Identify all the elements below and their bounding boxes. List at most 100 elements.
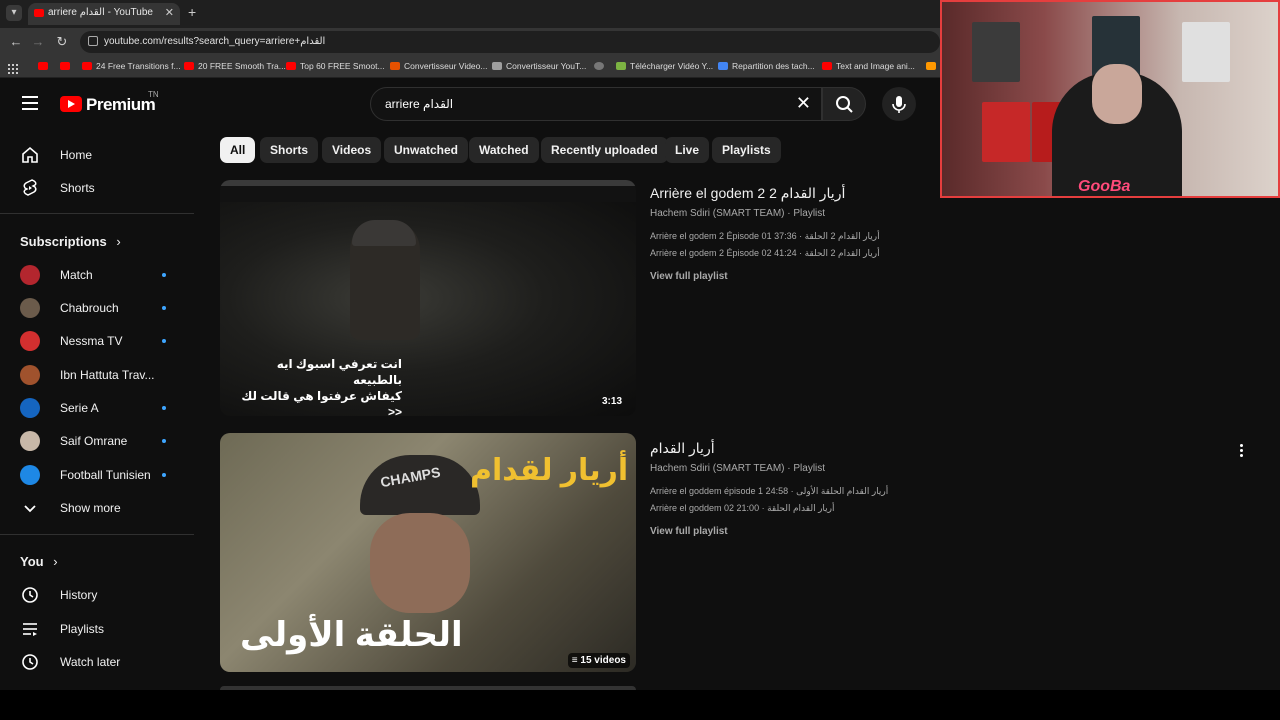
bookmark-youtube-icon bbox=[184, 62, 194, 70]
search-button[interactable] bbox=[822, 87, 866, 121]
result-title[interactable]: أريار القدام bbox=[650, 440, 715, 457]
show-more-button[interactable]: Show more bbox=[0, 491, 194, 524]
subscriptions-heading[interactable]: Subscriptions › bbox=[20, 234, 121, 249]
chip-live[interactable]: Live bbox=[665, 137, 710, 163]
sidebar-item-watch-later[interactable]: Watch later bbox=[0, 645, 194, 678]
apps-grid-icon[interactable] bbox=[8, 61, 18, 74]
tab-close-icon[interactable]: ✕ bbox=[165, 6, 174, 19]
sidebar-item-label: Serie A bbox=[60, 401, 99, 415]
playlist-thumbnail[interactable]: انت تعرفي اسبوك ايه بالطبيعه كيفاش عرفتو… bbox=[220, 180, 636, 416]
chip-videos[interactable]: Videos bbox=[322, 137, 382, 163]
sidebar-item-ibn-hattuta[interactable]: Ibn Hattuta Trav... bbox=[0, 358, 194, 391]
forward-arrow-icon[interactable]: → bbox=[30, 34, 46, 49]
subtitle-line: انت تعرفي اسبوك ايه بالطبيعه bbox=[276, 357, 402, 387]
browser-tab[interactable]: arriere القدام - YouTube ✕ bbox=[28, 3, 180, 25]
chip-shorts[interactable]: Shorts bbox=[260, 137, 319, 163]
voice-search-button[interactable] bbox=[882, 87, 916, 121]
new-content-dot bbox=[162, 306, 166, 310]
search-icon bbox=[836, 96, 853, 113]
bookmark-item[interactable]: 20 FREE Smooth Tra... bbox=[198, 61, 286, 71]
new-content-dot bbox=[162, 339, 166, 343]
bookmark-item[interactable]: Télécharger Vidéo Y... bbox=[630, 61, 713, 71]
more-options-icon[interactable] bbox=[1240, 444, 1244, 458]
bookmark-item[interactable]: Top 60 FREE Smoot... bbox=[300, 61, 385, 71]
video-subtitle: انت تعرفي اسبوك ايه بالطبيعه كيفاش عرفتو… bbox=[240, 356, 402, 416]
chip-watched[interactable]: Watched bbox=[469, 137, 539, 163]
new-content-dot bbox=[162, 439, 166, 443]
new-content-dot bbox=[162, 406, 166, 410]
playlist-item[interactable]: Arrière el goddem 02 أريار القدام الحلقة… bbox=[650, 503, 835, 514]
bookmark-item[interactable]: Convertisseur Video... bbox=[404, 61, 487, 71]
sidebar-item-home[interactable]: Home bbox=[0, 138, 194, 171]
reload-icon[interactable]: ↻ bbox=[54, 34, 70, 50]
bookmark-item[interactable]: Text and Image ani... bbox=[836, 61, 915, 71]
new-content-dot bbox=[162, 473, 166, 477]
sidebar-item-football-tunisien[interactable]: Football Tunisien bbox=[0, 458, 194, 491]
back-arrow-icon[interactable]: ← bbox=[8, 34, 24, 49]
sidebar-item-label: History bbox=[60, 588, 98, 602]
bookmark-item[interactable]: 24 Free Transitions f... bbox=[96, 61, 181, 71]
history-icon bbox=[22, 587, 38, 603]
sidebar-item-saif-omrane[interactable]: Saif Omrane bbox=[0, 424, 194, 457]
chevron-right-icon: › bbox=[116, 234, 121, 249]
show-more-label: Show more bbox=[60, 501, 121, 515]
bookmark-item[interactable]: Convertisseur YouT... bbox=[506, 61, 586, 71]
playlist-thumbnail[interactable]: CHAMPS أريار لقدام الحلقة الأولى ≡ 15 vi… bbox=[220, 433, 636, 672]
sidebar-item-match[interactable]: Match bbox=[0, 258, 194, 291]
view-full-playlist-link[interactable]: View full playlist bbox=[650, 526, 728, 537]
chip-unwatched[interactable]: Unwatched bbox=[384, 137, 469, 163]
streamer-name: GooBa bbox=[1078, 178, 1131, 195]
result-channel-meta[interactable]: Hachem Sdiri (SMART TEAM) · Playlist bbox=[650, 463, 825, 474]
bookmark-globe-icon[interactable] bbox=[594, 62, 604, 70]
clock-icon bbox=[22, 654, 38, 670]
bookmark-youtube-icon[interactable] bbox=[38, 62, 48, 70]
sidebar-item-history[interactable]: History bbox=[0, 578, 194, 611]
playlist-item[interactable]: Arrière el godem 2 Épisode 01 أريار القد… bbox=[650, 231, 880, 242]
tab-title: arriere القدام - YouTube bbox=[48, 7, 153, 18]
chip-recently-uploaded[interactable]: Recently uploaded bbox=[541, 137, 668, 163]
site-info-icon[interactable] bbox=[88, 36, 98, 46]
tab-search-button[interactable]: ▾ bbox=[6, 5, 22, 21]
result-channel-meta[interactable]: Hachem Sdiri (SMART TEAM) · Playlist bbox=[650, 208, 825, 219]
sidebar-item-chabrouch[interactable]: Chabrouch bbox=[0, 291, 194, 324]
youtube-masthead: Premium TN arriere القدام ✕ bbox=[0, 78, 940, 130]
poster-shape bbox=[982, 102, 1030, 162]
search-query-text: arriere القدام bbox=[385, 97, 454, 111]
playlist-item[interactable]: Arrière el goddem épisode 1 أريار القدام… bbox=[650, 486, 888, 497]
streamer-head bbox=[1092, 64, 1142, 124]
chip-playlists[interactable]: Playlists bbox=[712, 137, 781, 163]
sidebar-item-playlists[interactable]: Playlists bbox=[0, 612, 194, 645]
you-title: You bbox=[20, 554, 44, 569]
clear-search-icon[interactable]: ✕ bbox=[796, 93, 811, 114]
chip-all[interactable]: All bbox=[220, 137, 256, 163]
avatar bbox=[20, 365, 40, 385]
video-count-badge: ≡ 15 videos bbox=[567, 653, 630, 668]
view-full-playlist-link[interactable]: View full playlist bbox=[650, 271, 728, 282]
screen-bottom-bar bbox=[0, 690, 1280, 720]
thumbnail-title-text: أريار لقدام bbox=[470, 454, 629, 487]
bookmark-misc-icon[interactable] bbox=[926, 62, 936, 70]
bookmark-docs-icon bbox=[718, 62, 728, 70]
result-title[interactable]: Arrière el godem 2 أريار القدام 2 bbox=[650, 185, 845, 202]
shorts-icon bbox=[23, 179, 37, 196]
sidebar-item-shorts[interactable]: Shorts bbox=[0, 171, 194, 204]
bookmark-youtube-icon bbox=[82, 62, 92, 70]
sidebar-item-serie-a[interactable]: Serie A bbox=[0, 391, 194, 424]
you-heading[interactable]: You › bbox=[20, 554, 58, 569]
sidebar-item-nessma-tv[interactable]: Nessma TV bbox=[0, 324, 194, 357]
logo-text: Premium bbox=[86, 95, 156, 114]
avatar bbox=[20, 331, 40, 351]
sidebar-item-label: Nessma TV bbox=[60, 334, 123, 348]
bookmark-youtube-icon[interactable] bbox=[60, 62, 70, 70]
search-input[interactable]: arriere القدام ✕ bbox=[370, 87, 822, 121]
new-tab-button[interactable]: + bbox=[188, 4, 196, 20]
sidebar: Home Shorts Subscriptions › Match Chabro… bbox=[0, 130, 194, 690]
bookmark-item[interactable]: Repartition des tach... bbox=[732, 61, 815, 71]
poster-shape bbox=[972, 22, 1020, 82]
playlist-item[interactable]: Arrière el godem 2 Épisode 02 أريار القد… bbox=[650, 248, 880, 259]
menu-icon[interactable] bbox=[22, 96, 38, 110]
sidebar-item-label: Playlists bbox=[60, 622, 105, 636]
face-shape bbox=[370, 513, 470, 613]
sidebar-item-label: Saif Omrane bbox=[60, 434, 128, 448]
address-bar[interactable]: youtube.com/results?search_query=arriere… bbox=[80, 31, 940, 53]
